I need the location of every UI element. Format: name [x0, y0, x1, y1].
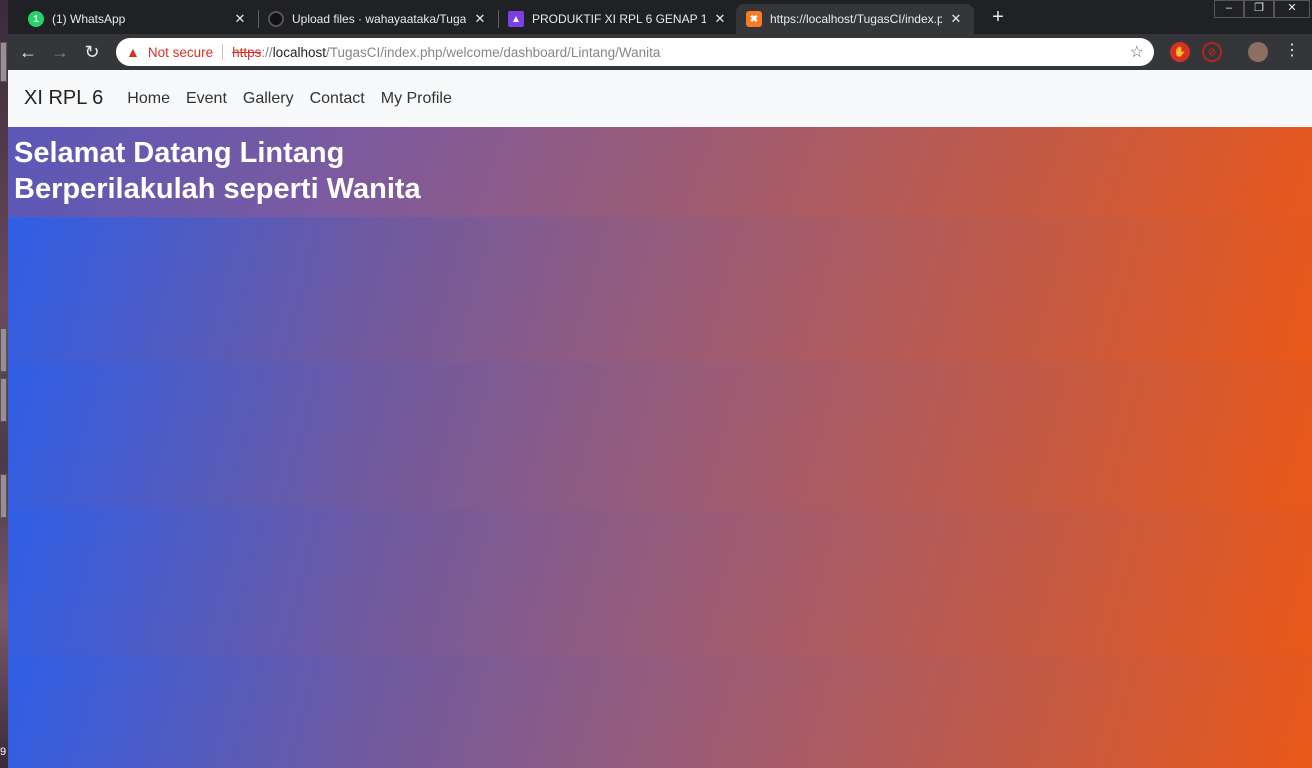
github-icon: [268, 11, 284, 27]
gradient-band: [8, 509, 1312, 655]
tab-whatsapp[interactable]: 1 (1) WhatsApp ✕: [18, 4, 258, 34]
tab-title: Upload files · wahayaataka/Tugas: [292, 12, 466, 26]
tab-strip: 1 (1) WhatsApp ✕ Upload files · wahayaat…: [8, 0, 1312, 34]
minimize-button[interactable]: –: [1214, 0, 1244, 18]
menu-icon[interactable]: ⋮: [1284, 42, 1300, 60]
desktop-edge-number: 9: [0, 746, 7, 758]
tab-github[interactable]: Upload files · wahayaataka/Tugas ✕: [258, 4, 498, 34]
nav-link-event[interactable]: Event: [186, 90, 227, 108]
forward-button[interactable]: →: [48, 40, 72, 64]
close-icon[interactable]: ✕: [472, 11, 488, 27]
hero-heading: Selamat Datang Lintang Berperilakulah se…: [14, 135, 421, 207]
browser-toolbar: ← → ↻ ▲ Not secure https://localhost/Tug…: [8, 34, 1312, 70]
window-close-button[interactable]: ✕: [1274, 0, 1310, 18]
nav-link-my-profile[interactable]: My Profile: [381, 90, 452, 108]
navbar-brand[interactable]: XI RPL 6: [24, 87, 103, 110]
close-icon[interactable]: ✕: [232, 11, 248, 27]
nav-link-home[interactable]: Home: [127, 90, 170, 108]
profile-avatar-icon[interactable]: [1248, 42, 1268, 62]
behavior-line: Berperilakulah seperti Wanita: [14, 173, 421, 205]
gradient-band: [8, 217, 1312, 363]
back-button[interactable]: ←: [16, 40, 40, 64]
tab-title: https://localhost/TugasCI/index.p: [770, 12, 942, 26]
desktop-edge-marker: [0, 474, 7, 518]
nav-link-contact[interactable]: Contact: [310, 90, 365, 108]
gradient-band: [8, 363, 1312, 509]
address-bar[interactable]: ▲ Not secure https://localhost/TugasCI/i…: [116, 38, 1154, 66]
reload-button[interactable]: ↻: [80, 40, 104, 64]
browser-window: 1 (1) WhatsApp ✕ Upload files · wahayaat…: [8, 0, 1312, 768]
classroom-icon: ▲: [508, 11, 524, 27]
web-page: XI RPL 6 Home Event Gallery Contact My P…: [8, 70, 1312, 768]
close-icon[interactable]: ✕: [712, 11, 728, 27]
adblock-extension-icon[interactable]: ✋: [1170, 42, 1190, 62]
tab-title: PRODUKTIF XI RPL 6 GENAP 1819: [532, 12, 706, 26]
welcome-line: Selamat Datang Lintang: [14, 137, 345, 169]
whatsapp-icon: 1: [28, 11, 44, 27]
xampp-icon: ✖: [746, 11, 762, 27]
warning-icon[interactable]: ▲: [126, 44, 140, 60]
desktop-edge-marker: [0, 328, 7, 372]
gradient-band: [8, 655, 1312, 768]
desktop-edge-marker: [0, 378, 7, 422]
new-tab-button[interactable]: +: [986, 6, 1010, 30]
restore-button[interactable]: ❐: [1244, 0, 1274, 18]
close-icon[interactable]: ✕: [948, 11, 964, 27]
site-navbar: XI RPL 6 Home Event Gallery Contact My P…: [8, 70, 1312, 127]
desktop-edge: 9: [0, 0, 8, 768]
hero-section: Selamat Datang Lintang Berperilakulah se…: [8, 127, 1312, 768]
url-path: /TugasCI/index.php/welcome/dashboard/Lin…: [325, 44, 661, 60]
nav-link-gallery[interactable]: Gallery: [243, 90, 294, 108]
url-scheme: https: [232, 44, 262, 60]
bookmark-star-icon[interactable]: ☆: [1130, 42, 1144, 62]
security-label[interactable]: Not secure: [148, 45, 213, 60]
url-separator: ://: [261, 44, 273, 60]
tab-title: (1) WhatsApp: [52, 12, 126, 26]
tab-classroom[interactable]: ▲ PRODUKTIF XI RPL 6 GENAP 1819 ✕: [498, 4, 738, 34]
blocked-extension-icon[interactable]: ⊘: [1202, 42, 1222, 62]
tab-localhost[interactable]: ✖ https://localhost/TugasCI/index.p ✕: [736, 4, 974, 34]
desktop-edge-marker: [0, 42, 7, 82]
url-host: localhost: [272, 44, 326, 60]
address-divider: [222, 44, 224, 60]
